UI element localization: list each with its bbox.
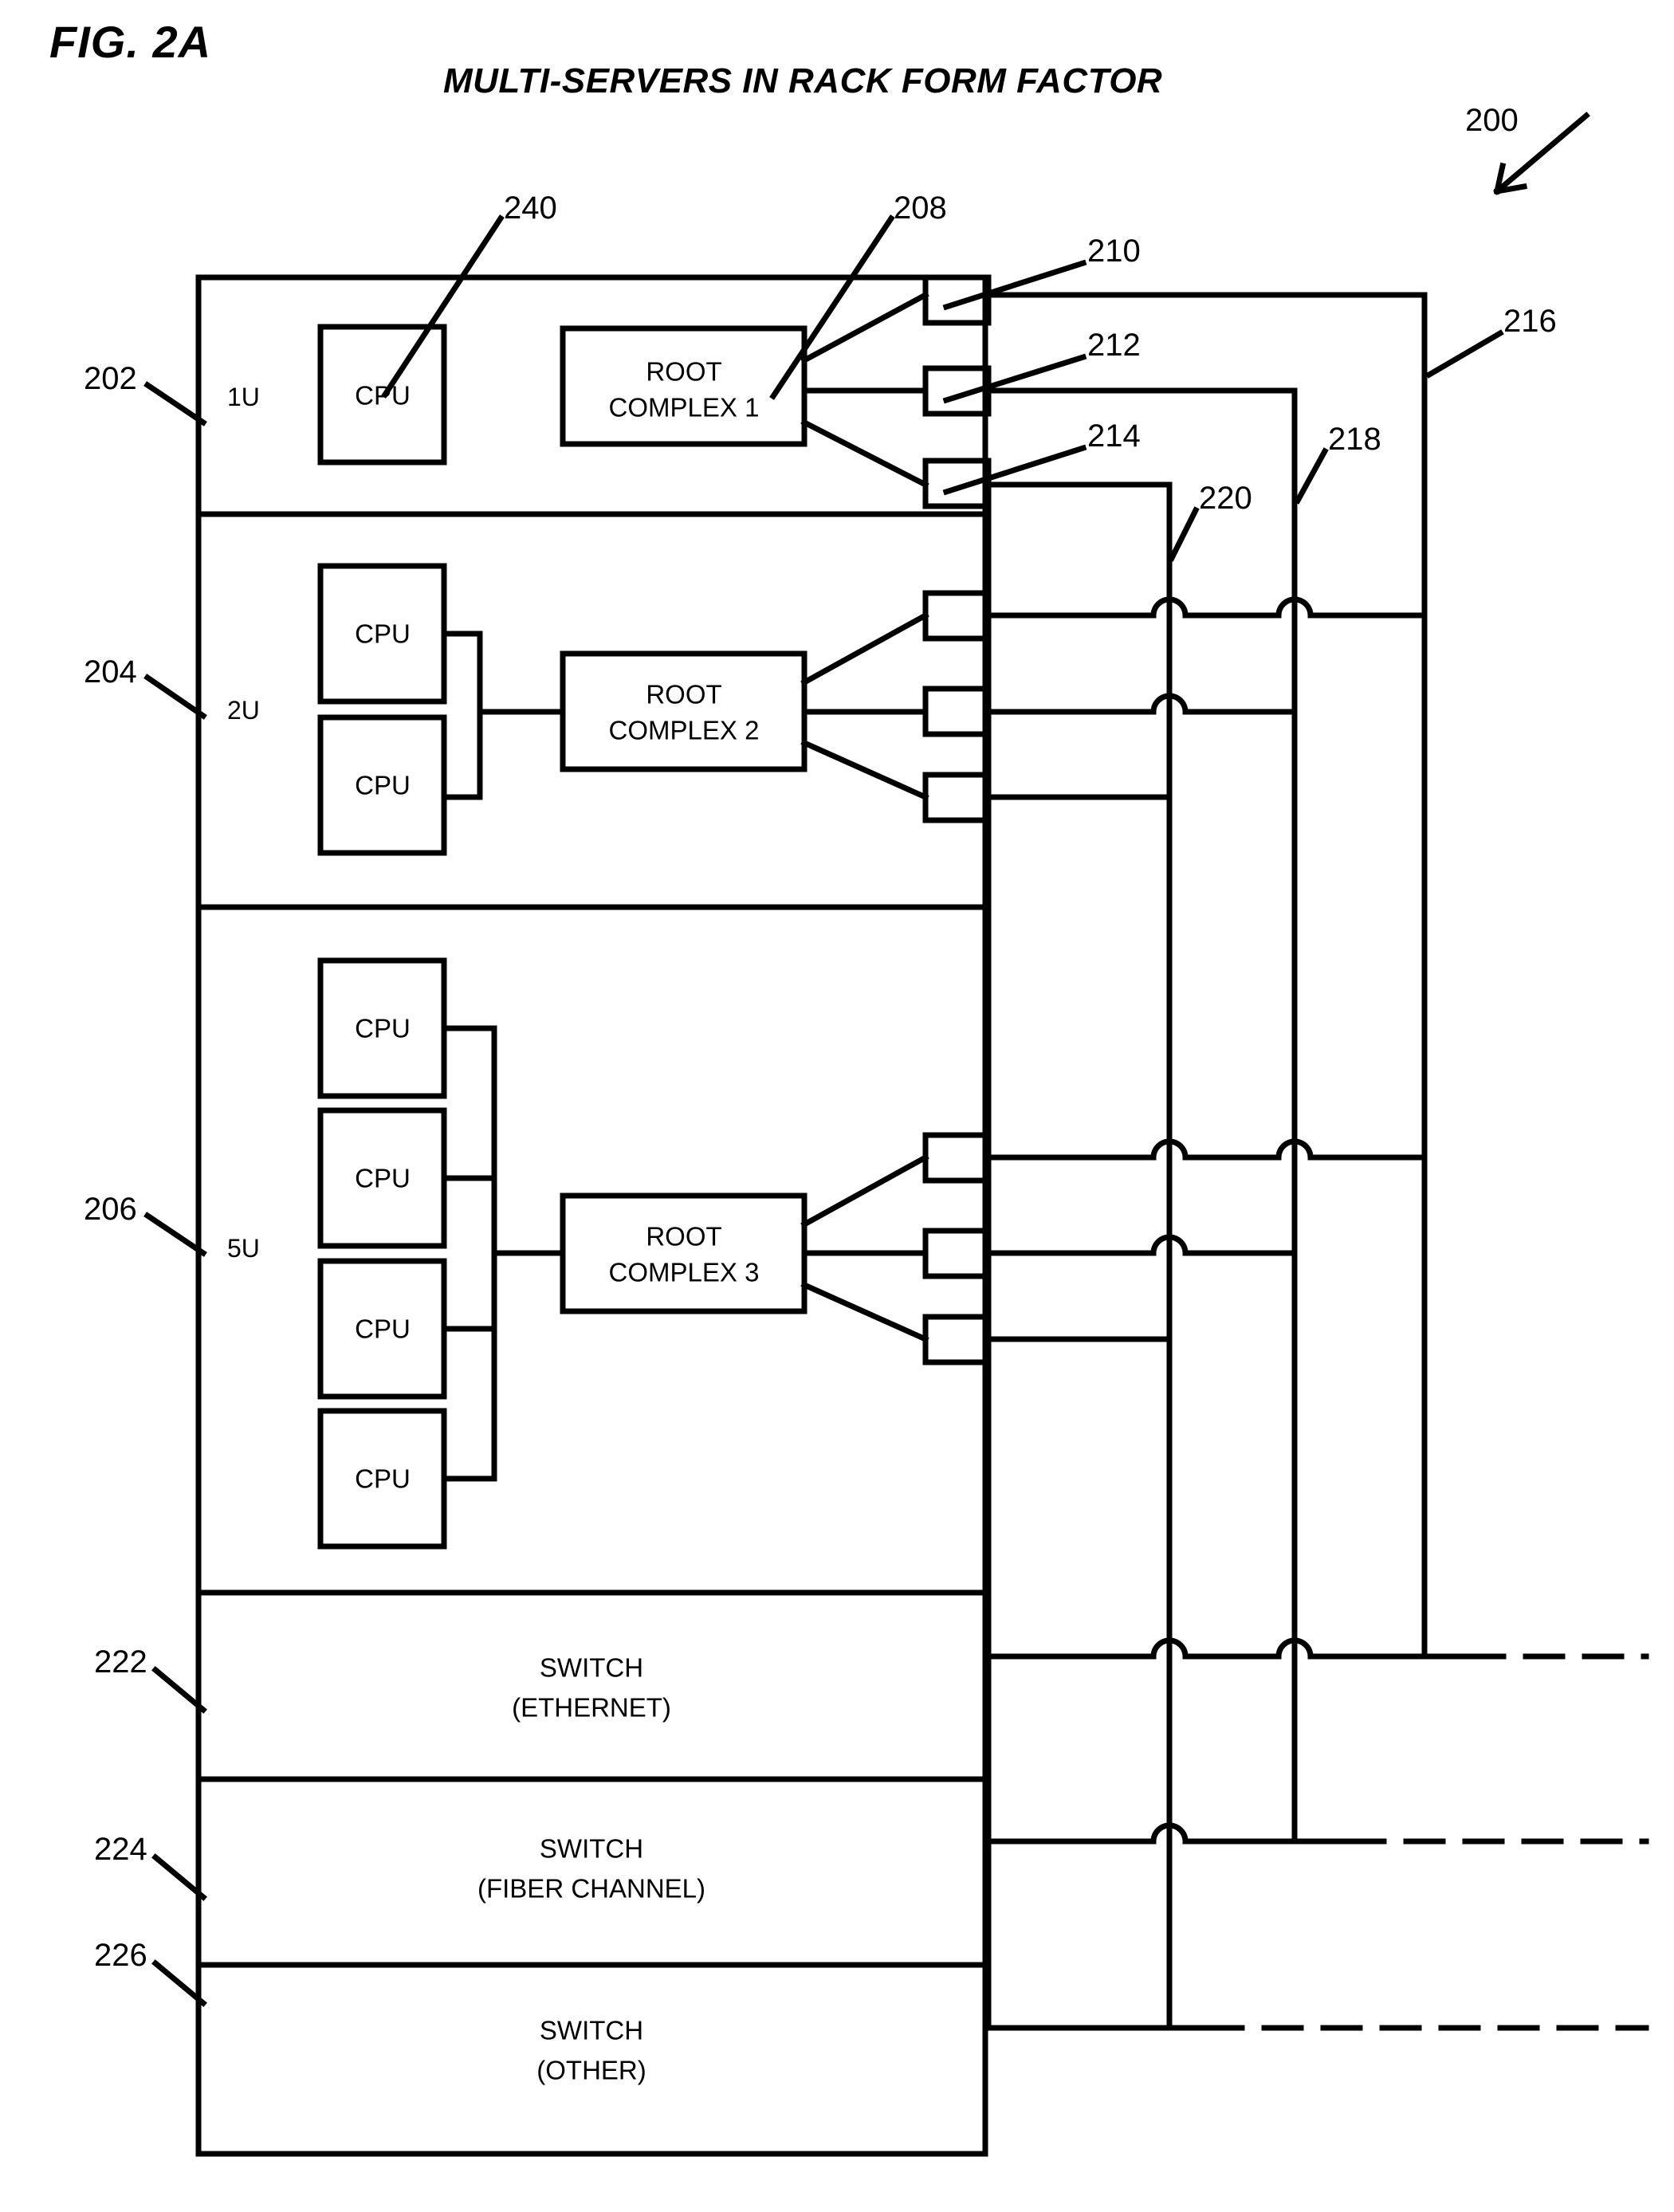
ref-200: 200 (1465, 103, 1519, 138)
leader-202 (143, 381, 207, 426)
switch-fiberchannel-line1: SWITCH (539, 1833, 644, 1864)
cable-2u-b-run (985, 693, 1298, 715)
ref-214: 214 (1087, 418, 1141, 454)
cable-5u-a-run (985, 1138, 1428, 1161)
port-210 (922, 274, 992, 326)
cpu-label-5u-2: CPU (355, 1163, 411, 1193)
leader-206 (143, 1212, 207, 1257)
switch-ethernet-line1: SWITCH (539, 1652, 644, 1683)
port-5u-c (922, 1314, 992, 1365)
port-2u-b (922, 686, 992, 737)
root-complex-2-line2: COMPLEX 2 (608, 715, 760, 745)
switch-other-line2: (OTHER) (536, 2055, 646, 2085)
port-2u-a (922, 590, 992, 642)
leader-216 (1425, 329, 1504, 379)
unit-label-5u: 5U (227, 1234, 260, 1263)
cpu-label-5u-3: CPU (355, 1314, 411, 1344)
link-rc3-port-c (800, 1281, 929, 1343)
port-5u-a (922, 1132, 992, 1184)
link-rc2-port-c (800, 739, 929, 801)
figure-number: FIG. 2A (49, 17, 212, 67)
cpu-label-1u-1: CPU (355, 380, 411, 411)
ref-224: 224 (94, 1832, 147, 1867)
ref-204: 204 (84, 654, 137, 690)
ref-240: 240 (504, 191, 557, 226)
ref-210: 210 (1087, 234, 1141, 269)
cpu-label-2u-2: CPU (355, 770, 411, 800)
switch-other-line1: SWITCH (539, 2015, 644, 2045)
ref-212: 212 (1087, 328, 1141, 363)
cpu-label-5u-4: CPU (355, 1464, 411, 1494)
ref-216: 216 (1503, 304, 1557, 339)
leader-218 (1294, 447, 1329, 505)
ref-202: 202 (84, 361, 137, 396)
root-complex-3-line1: ROOT (646, 1221, 722, 1251)
unit-label-2u: 2U (227, 696, 260, 725)
root-complex-2-line1: ROOT (646, 679, 722, 709)
ref-208: 208 (894, 191, 947, 226)
root-complex-1-line1: ROOT (646, 356, 722, 387)
root-complex-2-box (560, 650, 808, 772)
cable-5u-b-run (985, 1234, 1298, 1256)
cpu-bus-5u (441, 1025, 497, 1482)
port-5u-b (922, 1228, 992, 1279)
ref-226: 226 (94, 1938, 147, 1973)
cpu-bus-2u (441, 631, 483, 800)
cable-ethernet-run (982, 1637, 1470, 1660)
root-complex-3-box (560, 1192, 808, 1314)
figure-title: MULTI-SERVERS IN RACK FORM FACTOR (443, 61, 1163, 100)
root-complex-3-line2: COMPLEX 3 (608, 1257, 760, 1287)
ref-206: 206 (84, 1192, 137, 1227)
link-rc2-port-a (800, 611, 929, 686)
root-complex-1-line2: COMPLEX 1 (608, 392, 760, 422)
rack-outline (195, 274, 988, 2157)
switch-fiberchannel-line2: (FIBER CHANNEL) (477, 1873, 706, 1904)
leader-220 (1168, 506, 1200, 562)
leader-204 (143, 674, 207, 720)
ref-220: 220 (1199, 481, 1252, 516)
leader-210 (942, 259, 1087, 311)
port-2u-c (922, 772, 992, 823)
figure-linework (143, 112, 1649, 2157)
unit-label-1u: 1U (227, 383, 260, 411)
link-rc1-port214 (800, 418, 929, 489)
leader-208 (769, 214, 895, 400)
leader-212 (942, 353, 1087, 404)
cpu-label-2u-1: CPU (355, 619, 411, 649)
cpu-label-5u-1: CPU (355, 1013, 411, 1043)
link-rc1-port210 (800, 291, 929, 364)
link-rc3-port-a (800, 1153, 929, 1228)
switch-ethernet-line2: (ETHERNET) (512, 1692, 671, 1723)
ref-222: 222 (94, 1644, 147, 1680)
ref-218: 218 (1328, 422, 1381, 457)
patent-figure-2a: FIG. 2A MULTI-SERVERS IN RACK FORM FACTO… (0, 0, 1674, 2212)
cable-2u-a-run (985, 596, 1428, 619)
